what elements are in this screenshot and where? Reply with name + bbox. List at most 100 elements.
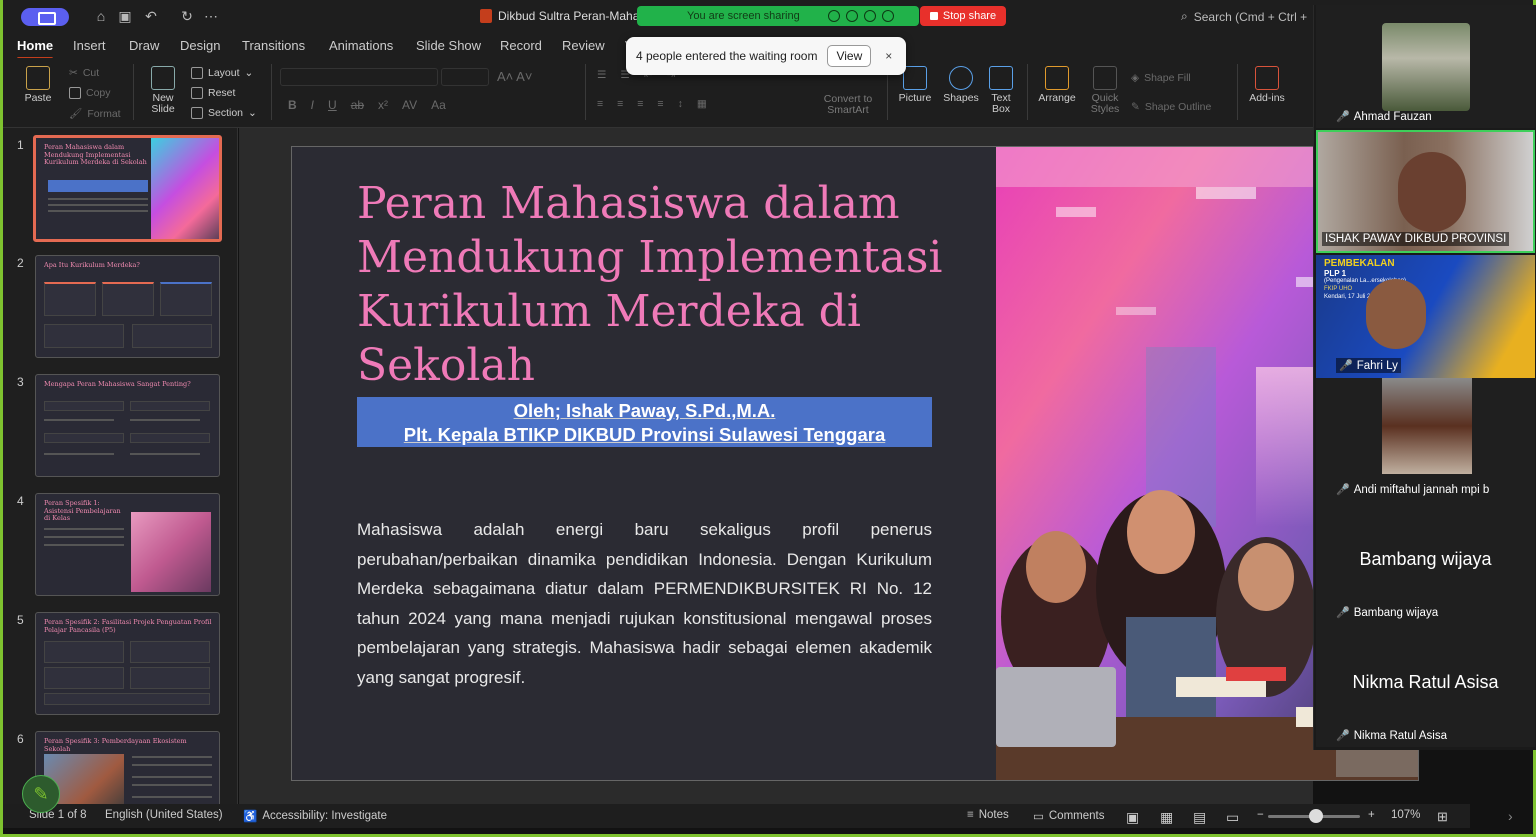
participant-tile[interactable]: 🎤 Andi miftahul jannah mpi b	[1316, 378, 1535, 501]
slide-thumbnail-3[interactable]: Mengapa Peran Mahasiswa Sangat Penting?	[35, 374, 220, 477]
thumbnail-card	[44, 433, 124, 443]
thumbnail-card	[132, 324, 212, 348]
participant-tile[interactable]: PEMBEKALAN PLP 1 (Pengenalan La...erseko…	[1316, 255, 1535, 378]
thumbnail-text-line	[130, 453, 200, 455]
arrange-icon	[1045, 66, 1069, 90]
zoom-app-icon[interactable]	[21, 8, 69, 26]
quick-styles-button[interactable]: Quick Styles	[1085, 66, 1125, 115]
paste-button[interactable]: Paste	[19, 66, 57, 104]
shape-outline-button[interactable]: ✎ Shape Outline	[1131, 101, 1211, 113]
tab-review[interactable]: Review	[562, 38, 605, 53]
view-waiting-room-button[interactable]: View	[827, 45, 872, 67]
format-painter-button[interactable]: 🖌 Format	[69, 107, 121, 121]
zoom-in-icon[interactable]: +	[1368, 809, 1375, 821]
tab-draw[interactable]: Draw	[129, 38, 159, 53]
save-icon[interactable]: ▣	[117, 8, 133, 24]
font-size-select[interactable]	[441, 68, 489, 86]
thumbnail-number: 6	[17, 732, 24, 746]
section-button[interactable]: Section ⌄	[191, 107, 257, 119]
accessibility-status[interactable]: ♿ Accessibility: Investigate	[243, 809, 387, 823]
tab-insert[interactable]: Insert	[73, 38, 106, 53]
thumbnail-image	[131, 512, 211, 592]
annotate-pen-button[interactable]: ✎	[22, 775, 60, 813]
slideshow-icon[interactable]: ▭	[1226, 809, 1239, 826]
arrange-button[interactable]: Arrange	[1035, 66, 1079, 104]
divider	[271, 64, 272, 120]
scissors-icon: ✂	[69, 67, 78, 79]
accessibility-icon: ♿	[243, 811, 258, 823]
thumbnail-title: Peran Mahasiswa dalam Mendukung Implemen…	[44, 143, 147, 166]
chevron-down-icon: ⌄	[248, 107, 257, 119]
search-box[interactable]: ⌕ Search (Cmd + Ctrl +	[1181, 9, 1307, 24]
audio-icon[interactable]	[827, 10, 840, 22]
layout-button[interactable]: Layout ⌄	[191, 67, 253, 79]
mute-icon[interactable]	[845, 10, 858, 22]
tab-record[interactable]: Record	[500, 38, 542, 53]
shield-icon[interactable]	[881, 10, 894, 22]
slide-title[interactable]: Peran Mahasiswa dalam Mendukung Implemen…	[357, 177, 957, 393]
shape-fill-button[interactable]: ◈ Shape Fill	[1131, 72, 1191, 84]
fit-to-window-icon[interactable]: ⊞	[1437, 809, 1448, 825]
slide-thumbnail-6[interactable]: Peran Spesifik 3: Pemberdayaan Ekosistem…	[35, 731, 220, 804]
tab-animations[interactable]: Animations	[329, 38, 393, 53]
chevron-right-icon[interactable]: ›	[1508, 808, 1513, 824]
font-size-controls[interactable]: A˄ A˅	[497, 69, 532, 84]
normal-view-icon[interactable]: ▣	[1126, 809, 1139, 826]
close-icon[interactable]: ×	[885, 49, 892, 63]
shapes-button[interactable]: Shapes	[941, 66, 981, 104]
pause-icon[interactable]	[863, 10, 876, 22]
home-icon[interactable]: ⌂	[93, 8, 109, 24]
stop-share-button[interactable]: Stop share	[920, 6, 1006, 26]
font-style-controls[interactable]: B I Uab x² AV Aa	[288, 98, 446, 112]
font-name-select[interactable]	[280, 68, 438, 86]
current-slide[interactable]: Peran Mahasiswa dalam Mendukung Implemen…	[291, 146, 1419, 781]
copy-button[interactable]: Copy	[69, 87, 111, 99]
zoom-slider-handle[interactable]	[1309, 809, 1323, 823]
participant-tile[interactable]: Bambang wijaya 🎤 Bambang wijaya	[1316, 501, 1535, 624]
thumbnail-text-line	[132, 784, 212, 786]
convert-smartart-button[interactable]: Convert to SmartArt	[818, 94, 878, 116]
text-box-button[interactable]: Text Box	[985, 66, 1017, 115]
slide-thumbnail-1[interactable]: Peran Mahasiswa dalam Mendukung Implemen…	[33, 135, 222, 242]
undo-icon[interactable]: ↶	[143, 8, 159, 24]
slide-thumbnail-4[interactable]: Peran Spesifik 1: Asistensi Pembelajaran…	[35, 493, 220, 596]
slide-byline[interactable]: Oleh; Ishak Paway, S.Pd.,M.A. Plt. Kepal…	[357, 397, 932, 447]
thumbnail-text-line	[130, 419, 200, 421]
slide-thumbnail-5[interactable]: Peran Spesifik 2: Fasilitasi Projek Peng…	[35, 612, 220, 715]
participant-tile[interactable]: Nikma Ratul Asisa 🎤 Nikma Ratul Asisa	[1316, 624, 1535, 747]
comments-button[interactable]: ▭ Comments	[1033, 809, 1104, 823]
tab-slide-show[interactable]: Slide Show	[416, 38, 481, 53]
muted-mic-icon: 🎤	[1336, 111, 1350, 123]
thumbnail-text-line	[132, 796, 212, 798]
participants-panel[interactable]: 🎤 Ahmad Fauzan ISHAK PAWAY DIKBUD PROVINS…	[1313, 5, 1536, 750]
participant-name: 🎤 Bambang wijaya	[1336, 606, 1439, 620]
thumbnail-title: Mengapa Peran Mahasiswa Sangat Penting?	[44, 380, 191, 388]
tab-design[interactable]: Design	[180, 38, 220, 53]
muted-mic-icon: 🎤	[1336, 607, 1350, 619]
slide-thumbnail-panel[interactable]: 1 Peran Mahasiswa dalam Mendukung Implem…	[3, 128, 238, 804]
notes-button[interactable]: ≡ Notes	[967, 809, 1009, 821]
slide-body-text[interactable]: Mahasiswa adalah energi baru sekaligus p…	[357, 515, 932, 692]
language-status[interactable]: English (United States)	[105, 809, 223, 821]
tab-transitions[interactable]: Transitions	[242, 38, 305, 53]
redo-icon[interactable]: ↻	[179, 8, 195, 24]
zoom-out-icon[interactable]: −	[1257, 809, 1264, 821]
screen-share-bar: You are screen sharing	[637, 6, 919, 26]
pen-icon: ✎	[33, 783, 49, 804]
add-ins-button[interactable]: Add-ins	[1245, 66, 1289, 104]
reset-button[interactable]: Reset	[191, 87, 235, 99]
tab-home[interactable]: Home	[17, 38, 54, 60]
divider	[1027, 64, 1028, 120]
new-slide-button[interactable]: New Slide	[143, 66, 183, 115]
reading-view-icon[interactable]: ▤	[1193, 809, 1206, 826]
slide-sorter-icon[interactable]: ▦	[1160, 809, 1173, 826]
align-controls[interactable]: ≡ ≡ ≡ ≡ ↕ ▦	[597, 98, 707, 110]
zoom-level[interactable]: 107%	[1391, 809, 1420, 821]
cut-button[interactable]: ✂ Cut	[69, 67, 99, 79]
thumbnail-number: 1	[17, 138, 24, 152]
slide-thumbnail-2[interactable]: Apa Itu Kurikulum Merdeka?	[35, 255, 220, 358]
more-icon[interactable]: ⋯	[203, 8, 219, 24]
participant-tile-speaking[interactable]: ISHAK PAWAY DIKBUD PROVINSI	[1316, 130, 1535, 253]
participant-tile[interactable]: 🎤 Ahmad Fauzan	[1316, 5, 1535, 128]
thumbnail-text-line	[44, 536, 124, 538]
